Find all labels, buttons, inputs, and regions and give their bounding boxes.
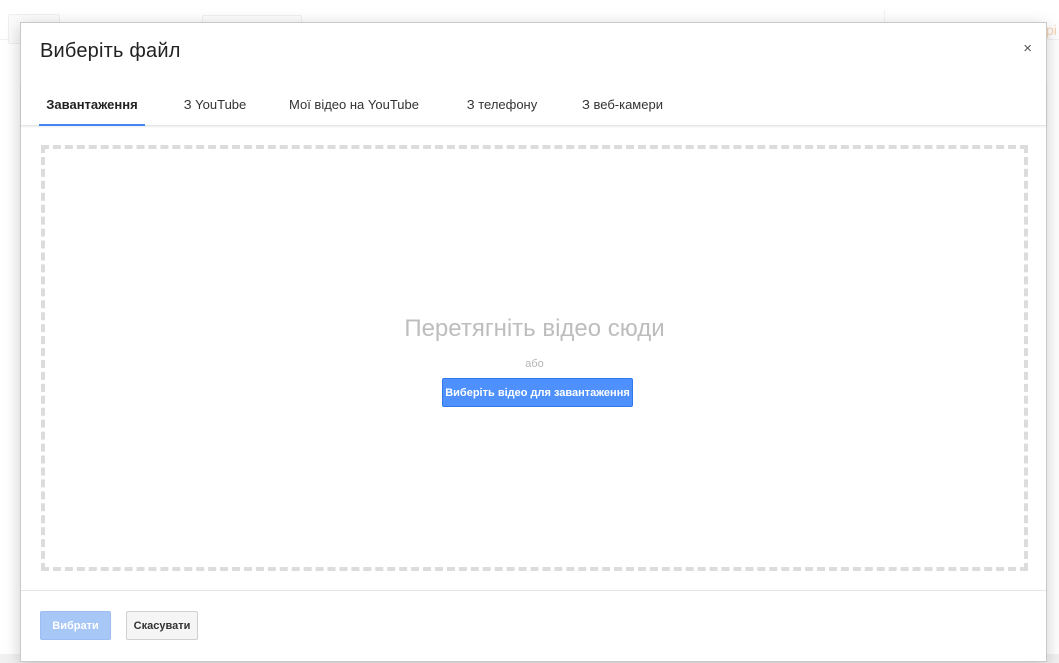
select-video-upload-button[interactable]: Виберіть відео для завантаження <box>442 378 633 407</box>
dialog-title: Виберіть файл <box>40 40 181 62</box>
tab-my-youtube-videos[interactable]: Мої відео на YouTube <box>283 83 425 125</box>
close-icon[interactable]: × <box>1023 41 1032 56</box>
drop-zone-or-text: або <box>525 358 544 370</box>
tab-from-youtube[interactable]: З YouTube <box>171 83 259 125</box>
tab-from-phone[interactable]: З телефону <box>457 83 547 125</box>
drop-zone-title: Перетягніть відео сюди <box>404 315 665 342</box>
cancel-button[interactable]: Скасувати <box>126 611 198 640</box>
tab-from-webcam[interactable]: З веб-камери <box>574 83 671 125</box>
dialog-footer: Вибрати Скасувати <box>21 590 1046 663</box>
select-button[interactable]: Вибрати <box>40 611 111 640</box>
select-file-dialog: Виберіть файл × Завантаження З YouTube М… <box>20 22 1047 662</box>
tab-bar: Завантаження З YouTube Мої відео на YouT… <box>21 83 1046 126</box>
tab-upload[interactable]: Завантаження <box>39 83 145 126</box>
drop-zone[interactable]: Перетягніть відео сюди або Виберіть віде… <box>41 145 1028 571</box>
